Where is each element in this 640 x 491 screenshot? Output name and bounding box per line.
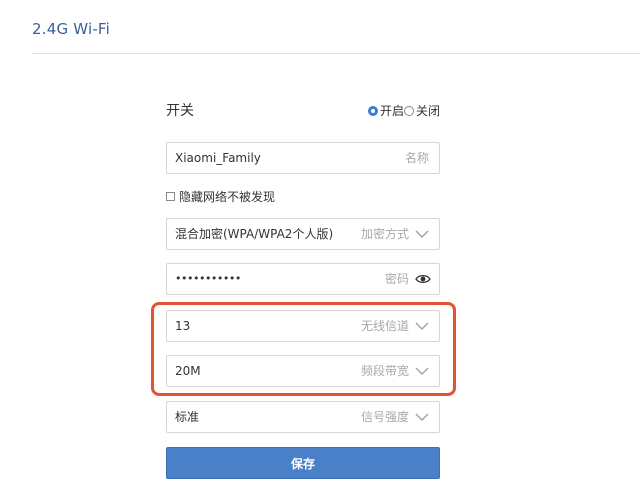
channel-value: 13: [175, 319, 191, 333]
switch-row: 开关 开启 关闭: [166, 100, 440, 122]
chevron-down-icon[interactable]: [415, 365, 429, 377]
encryption-value: 混合加密(WPA/WPA2个人版): [175, 227, 334, 241]
hide-network-checkbox[interactable]: 隐藏网络不被发现: [166, 188, 275, 204]
bandwidth-value: 20M: [175, 364, 201, 378]
hide-network-checkbox-box[interactable]: [166, 191, 175, 201]
encryption-label: 加密方式: [360, 227, 409, 241]
channel-label: 无线信道: [360, 319, 409, 333]
password-label: 密码: [384, 272, 409, 286]
radio-off-label: 关闭: [415, 104, 440, 118]
channel-select[interactable]: 13 无线信道: [166, 310, 440, 342]
radio-off[interactable]: 关闭: [403, 102, 440, 119]
radio-on-indicator[interactable]: [367, 105, 378, 116]
ssid-label: 名称: [404, 151, 429, 165]
hide-network-label: 隐藏网络不被发现: [179, 189, 276, 204]
encryption-select[interactable]: 混合加密(WPA/WPA2个人版) 加密方式: [166, 218, 440, 250]
radio-on-label: 开启: [379, 104, 404, 118]
bandwidth-select[interactable]: 20M 频段带宽: [166, 355, 440, 387]
signal-strength-label: 信号强度: [360, 410, 409, 424]
save-button[interactable]: 保存: [166, 447, 440, 479]
bandwidth-label: 频段带宽: [360, 364, 409, 378]
page-title: 2.4G Wi-Fi: [32, 20, 111, 38]
ssid-input[interactable]: Xiaomi_Family 名称: [166, 142, 440, 174]
switch-radio-group: 开启 关闭: [367, 102, 440, 119]
chevron-down-icon[interactable]: [415, 411, 429, 423]
chevron-down-icon[interactable]: [415, 228, 429, 240]
title-divider: [32, 53, 640, 54]
switch-label: 开关: [166, 103, 194, 119]
radio-on[interactable]: 开启: [367, 102, 404, 119]
password-value[interactable]: •••••••••••: [175, 264, 241, 294]
signal-strength-select[interactable]: 标准 信号强度: [166, 401, 440, 433]
chevron-down-icon[interactable]: [415, 320, 429, 332]
password-input[interactable]: ••••••••••• 密码: [166, 263, 440, 295]
radio-off-indicator[interactable]: [403, 105, 414, 116]
eye-icon[interactable]: [415, 273, 431, 285]
ssid-value[interactable]: Xiaomi_Family: [175, 143, 261, 173]
signal-strength-value: 标准: [175, 410, 200, 424]
